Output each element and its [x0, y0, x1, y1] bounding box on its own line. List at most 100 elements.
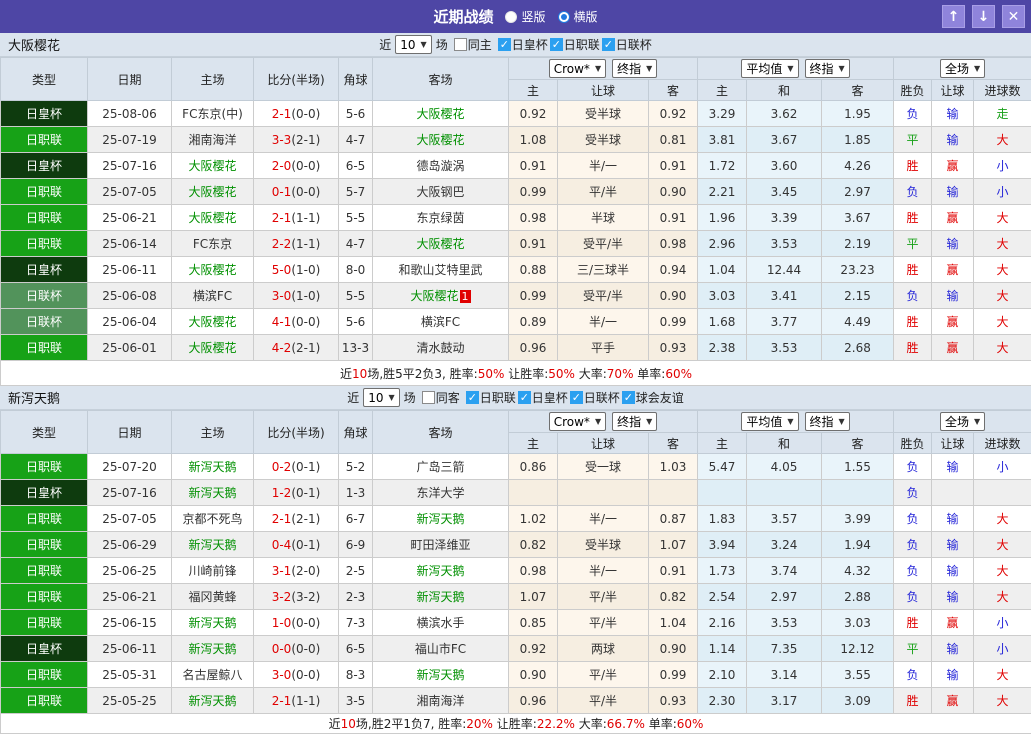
match-count-select[interactable]: 10 ▼: [363, 388, 400, 407]
radio-unchecked-icon[interactable]: [505, 10, 518, 23]
away-team-name: 新泻天鹅: [416, 512, 465, 526]
view-mode-vertical[interactable]: 竖版: [505, 8, 546, 25]
away-team-cell: 新泻天鹅: [372, 583, 509, 610]
crow-away-odds-cell: [648, 479, 698, 506]
crow-home-odds-cell: 0.82: [508, 531, 558, 558]
handicap-result-cell: 输: [931, 453, 975, 480]
bookmaker-select[interactable]: Crow* ▼: [548, 59, 607, 78]
same-venue-filter[interactable]: 同客: [421, 389, 460, 406]
full-time-score: 2-1: [271, 106, 292, 121]
radio-checked-icon[interactable]: [557, 10, 570, 23]
col-handicap: 让球: [557, 432, 649, 454]
league-filter[interactable]: 日联杯: [569, 389, 620, 406]
col-handicap-result: 让球: [931, 432, 975, 454]
goals-result-cell: 大: [973, 583, 1031, 610]
close-button[interactable]: ✕: [1002, 5, 1025, 28]
avg-away-odds-cell: 1.85: [820, 126, 895, 153]
section-summary: 近10场,胜5平2负3, 胜率:50% 让胜率:50% 大率:70% 单率:60…: [0, 360, 1031, 386]
league-filter[interactable]: 日皇杯: [517, 389, 568, 406]
col-away: 客场: [372, 57, 509, 101]
avg-home-odds-cell: 3.81: [697, 126, 747, 153]
crow-handicap-cell: [557, 479, 649, 506]
home-team-cell: 新泻天鹅: [171, 687, 254, 714]
odds-stage-select[interactable]: 终指 ▼: [612, 412, 658, 431]
avg-away-odds-cell: 1.95: [820, 100, 895, 127]
table-row: 日职联 25-06-21 福冈黄蜂 3-2(3-2) 2-3 新泻天鹅 1.07 平/半 0.8…: [0, 583, 1031, 610]
avg-away-odds-cell: 3.55: [820, 661, 895, 688]
avg-draw-odds-cell: 3.62: [746, 100, 822, 127]
checkbox-checked-icon[interactable]: [569, 391, 583, 404]
type-badge-cell: 日联杯: [0, 308, 88, 335]
league-filter[interactable]: 日联杯: [601, 36, 652, 53]
checkbox-checked-icon[interactable]: [621, 391, 635, 404]
same-venue-label: 同客: [435, 391, 460, 405]
corner-cell: 2-3: [338, 583, 373, 610]
crow-home-odds-cell: 0.91: [508, 230, 558, 257]
chevron-down-icon: ▼: [646, 64, 653, 73]
half-time-score: (0-0): [291, 641, 321, 656]
euro-source-select[interactable]: 平均值 ▼: [741, 412, 799, 431]
type-badge-cell: 日职联: [0, 609, 88, 636]
euro-stage-select[interactable]: 终指 ▼: [804, 59, 850, 78]
avg-draw-odds-cell: 3.41: [746, 282, 822, 309]
goals-result-cell: 大: [973, 256, 1031, 283]
half-time-score: (1-1): [291, 236, 321, 251]
full-time-score: 4-2: [271, 340, 292, 355]
period-select[interactable]: 全场 ▼: [939, 59, 986, 78]
checkbox-checked-icon[interactable]: [517, 391, 531, 404]
match-count-select[interactable]: 10 ▼: [395, 35, 432, 54]
home-team-cell: 大阪樱花: [171, 204, 254, 231]
checkbox-checked-icon[interactable]: [497, 38, 511, 51]
goals-result-cell: 大: [973, 531, 1031, 558]
crow-away-odds-cell: 0.82: [648, 583, 698, 610]
home-team-cell: 新泻天鹅: [171, 531, 254, 558]
away-team-cell: 大阪樱花: [372, 100, 509, 127]
move-down-button[interactable]: ↓: [972, 5, 995, 28]
handicap-result-cell: 赢: [931, 256, 975, 283]
checkbox-unchecked-icon[interactable]: [453, 38, 467, 51]
period-select[interactable]: 全场 ▼: [939, 412, 986, 431]
league-filter[interactable]: 日职联: [465, 389, 516, 406]
full-time-score: 4-1: [271, 314, 292, 329]
bookmaker-select[interactable]: Crow* ▼: [548, 412, 607, 431]
checkbox-checked-icon[interactable]: [601, 38, 615, 51]
move-up-button[interactable]: ↑: [942, 5, 965, 28]
avg-away-odds-cell: 2.68: [820, 334, 895, 361]
half-time-score: (1-0): [291, 262, 321, 277]
avg-draw-odds-cell: 3.17: [746, 687, 822, 714]
home-team-cell: FC东京(中): [171, 100, 254, 127]
near-label: 近: [379, 38, 392, 52]
crow-away-odds-cell: 0.91: [648, 557, 698, 584]
odds-stage-select[interactable]: 终指 ▼: [612, 59, 658, 78]
full-time-score: 2-2: [271, 236, 292, 251]
same-venue-filter[interactable]: 同主: [453, 36, 492, 53]
score-cell: 2-2(1-1): [253, 230, 339, 257]
table-row: 日职联 25-06-15 新泻天鹅 1-0(0-0) 7-3 横滨水手 0.85 平/半 1.0…: [0, 609, 1031, 636]
checkbox-checked-icon[interactable]: [549, 38, 563, 51]
score-cell: 5-0(1-0): [253, 256, 339, 283]
league-filter[interactable]: 日皇杯: [497, 36, 548, 53]
league-filter[interactable]: 球会友谊: [621, 389, 684, 406]
summary-text: 70%: [606, 366, 634, 381]
page-title: 近期战绩: [433, 8, 494, 26]
crow-away-odds-cell: 0.99: [648, 308, 698, 335]
type-badge-cell: 日皇杯: [0, 635, 88, 662]
section-summary: 近10场,胜2平1负7, 胜率:20% 让胜率:22.2% 大率:66.7% 单…: [0, 713, 1031, 734]
checkbox-unchecked-icon[interactable]: [421, 391, 435, 404]
col-type: 类型: [0, 410, 88, 454]
view-mode-horizontal[interactable]: 横版: [557, 8, 598, 25]
crow-away-odds-cell: 0.98: [648, 230, 698, 257]
match-date-cell: 25-07-20: [87, 453, 172, 480]
table-row: 日皇杯 25-06-11 大阪樱花 5-0(1-0) 8-0 和歌山艾特里武 0.88 三/三…: [0, 256, 1031, 283]
euro-source-select[interactable]: 平均值 ▼: [741, 59, 799, 78]
league-filter[interactable]: 日职联: [549, 36, 600, 53]
match-date-cell: 25-06-21: [87, 204, 172, 231]
avg-draw-odds-cell: 3.53: [746, 609, 822, 636]
checkbox-checked-icon[interactable]: [465, 391, 479, 404]
crow-away-odds-cell: 1.04: [648, 609, 698, 636]
home-team-cell: 大阪樱花: [171, 152, 254, 179]
score-cell: 3-3(2-1): [253, 126, 339, 153]
euro-stage-select[interactable]: 终指 ▼: [804, 412, 850, 431]
away-team-name: 大阪樱花: [410, 289, 459, 303]
corner-cell: 5-7: [338, 178, 373, 205]
